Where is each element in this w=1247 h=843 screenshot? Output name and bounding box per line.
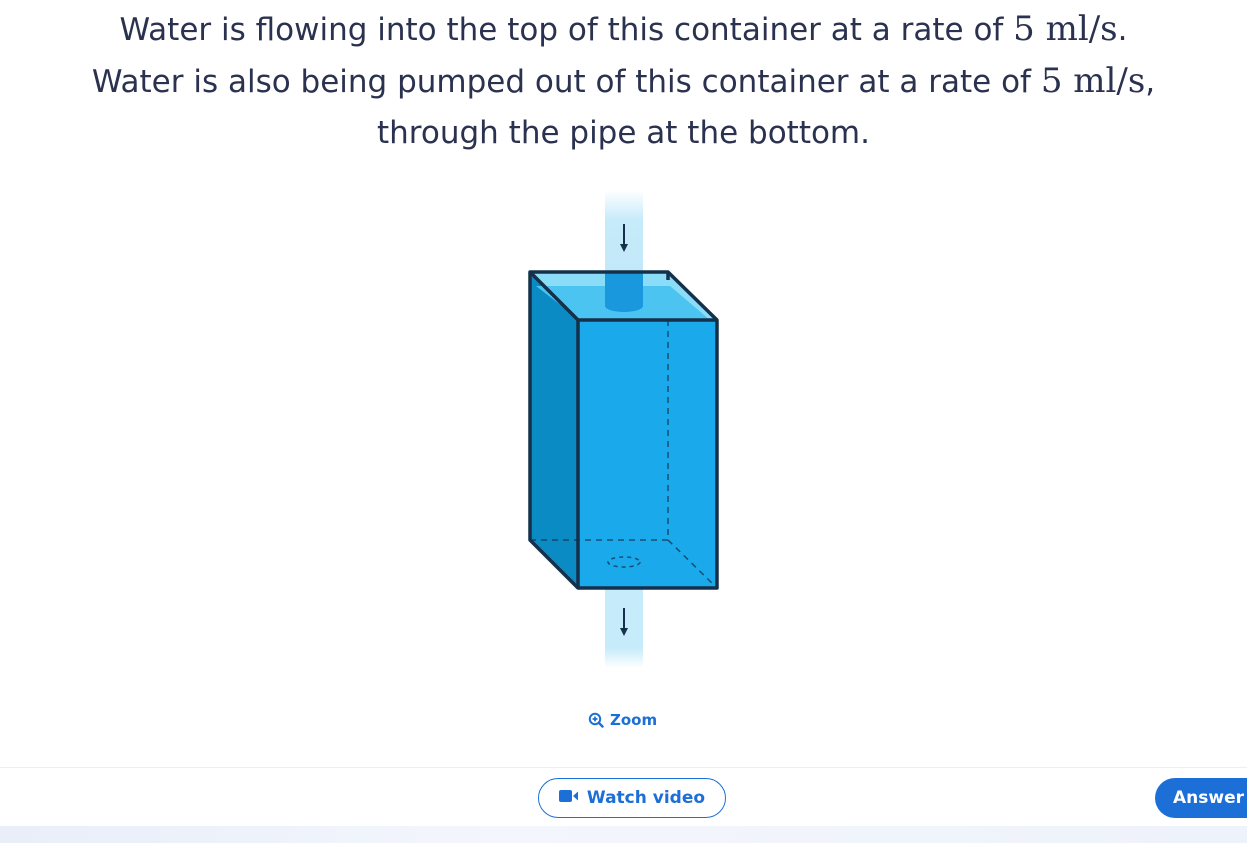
water-container [528, 270, 719, 590]
answer-button[interactable]: Answer [1155, 778, 1247, 818]
bottom-band [0, 826, 1247, 843]
watch-video-label: Watch video [586, 788, 706, 808]
question-line-3: through the pipe at the bottom. [377, 115, 870, 151]
video-camera-icon [558, 788, 579, 808]
zoom-button[interactable]: Zoom [588, 708, 657, 732]
question-line-1: Water is flowing into the top of this co… [119, 9, 1128, 49]
outflow-rate: 5 ml/s [1040, 61, 1146, 101]
question-line-2: Water is also being pumped out of this c… [91, 61, 1156, 101]
inflow-rate: 5 ml/s [1013, 9, 1118, 49]
zoom-in-icon [588, 712, 604, 728]
question-text: Water is flowing into the top of this co… [0, 4, 1247, 159]
watch-video-button[interactable]: Watch video [538, 778, 726, 818]
container-diagram [528, 190, 719, 668]
zoom-label: Zoom [610, 711, 658, 729]
footer-divider [0, 767, 1247, 768]
answer-label: Answer [1173, 788, 1244, 808]
